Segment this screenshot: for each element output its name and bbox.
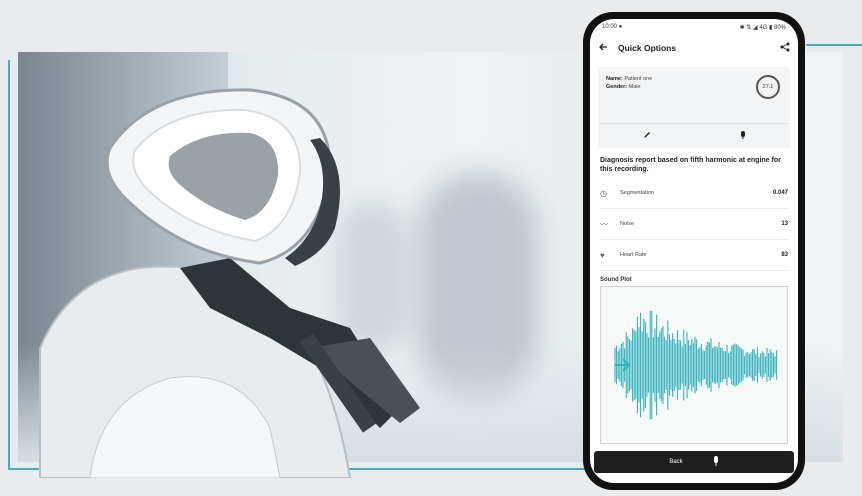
robot-illustration bbox=[39, 88, 420, 478]
name-row: Name: Patient one bbox=[606, 75, 782, 83]
status-bar: 10:00 ● ✱ ⇅ ◢ 4G ▮ 80% bbox=[590, 19, 798, 35]
page-title: Quick Options bbox=[618, 43, 677, 53]
back-button-label: Back bbox=[669, 459, 683, 465]
back-arrow-icon[interactable] bbox=[598, 39, 608, 57]
metric-row-noise: 〰 Noise 13 bbox=[600, 209, 788, 240]
metric-row-heart-rate: ♥ Heart Rate 83 bbox=[600, 240, 788, 271]
metric-label: Segmentation bbox=[620, 190, 654, 196]
gender-label: Gender: bbox=[606, 84, 628, 90]
card-tools bbox=[598, 123, 790, 148]
metric-value: 83 bbox=[781, 252, 788, 258]
gender-value: Male bbox=[628, 84, 641, 90]
score-gauge: 27.1 bbox=[756, 75, 780, 99]
accent-frame-top-right bbox=[806, 44, 862, 46]
metric-value: 0.047 bbox=[772, 190, 788, 196]
app-bar: Quick Options bbox=[590, 35, 798, 61]
back-button[interactable]: Back bbox=[594, 451, 794, 473]
mic-icon bbox=[713, 456, 719, 468]
accent-frame-left bbox=[8, 60, 10, 470]
metric-value: 13 bbox=[781, 221, 788, 227]
metric-label: Heart Rate bbox=[620, 252, 647, 258]
pencil-icon[interactable] bbox=[642, 127, 652, 145]
metric-label: Noise bbox=[620, 221, 635, 227]
waveform bbox=[614, 310, 778, 420]
name-value: Patient one bbox=[624, 76, 653, 82]
plot-label: Sound Plot bbox=[600, 277, 632, 283]
metric-row-segmentation: ◷ Segmentation 0.047 bbox=[600, 178, 788, 209]
status-time: 10:00 ● bbox=[602, 24, 623, 30]
phone-mockup: 10:00 ● ✱ ⇅ ◢ 4G ▮ 80% Quick Options Nam… bbox=[583, 12, 805, 490]
phone-screen: 10:00 ● ✱ ⇅ ◢ 4G ▮ 80% Quick Options Nam… bbox=[590, 19, 798, 483]
microphone-icon[interactable] bbox=[739, 127, 747, 145]
status-indicators: ✱ ⇅ ◢ 4G ▮ 80% bbox=[739, 24, 786, 31]
sound-plot bbox=[600, 286, 788, 444]
wave-icon: 〰 bbox=[600, 219, 608, 229]
diagnosis-question: Diagnosis report based on fifth harmonic… bbox=[600, 157, 781, 173]
patient-info-card: Name: Patient one Gender: Male 27.1 bbox=[598, 67, 790, 123]
share-icon[interactable] bbox=[780, 39, 790, 57]
heart-icon: ♥ bbox=[600, 250, 605, 260]
clock-icon: ◷ bbox=[600, 188, 607, 198]
name-label: Name: bbox=[606, 76, 623, 82]
